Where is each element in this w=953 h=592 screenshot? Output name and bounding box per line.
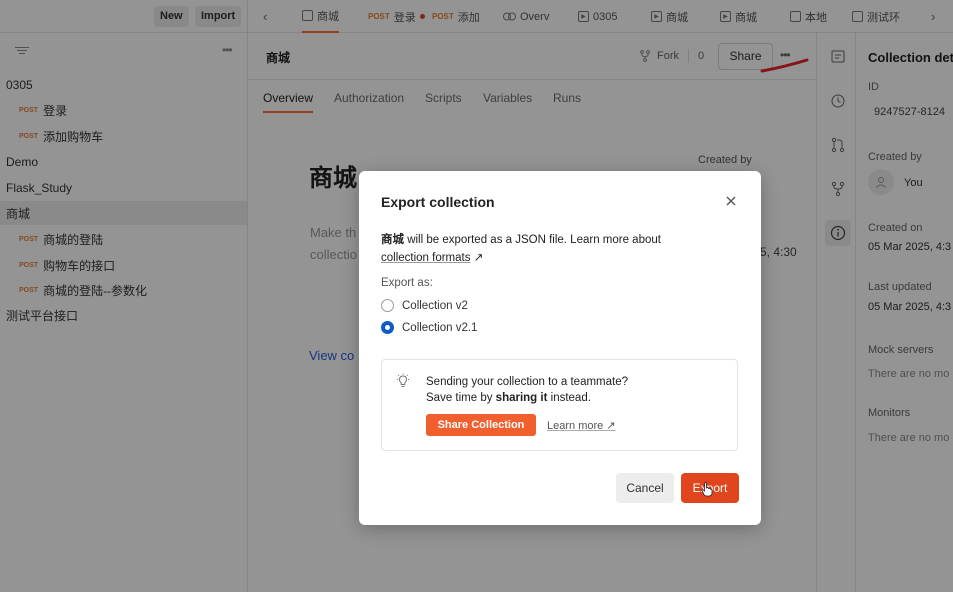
external-link-icon: ↗ xyxy=(473,252,484,264)
option-collection-v2[interactable]: Collection v2 xyxy=(381,299,468,312)
dialog-title: Export collection xyxy=(381,194,495,210)
learn-more-link[interactable]: Learn more ↗ xyxy=(547,419,616,432)
radio-button-selected[interactable] xyxy=(381,321,394,334)
learn-more-label: Learn more xyxy=(547,420,604,432)
tip-fragment: Save time by xyxy=(426,392,496,404)
collection-name: 商城 xyxy=(381,234,404,246)
tip-bold-fragment: sharing it xyxy=(495,392,548,404)
option-collection-v2-1[interactable]: Collection v2.1 xyxy=(381,321,477,334)
share-tip-box: Sending your collection to a teammate? S… xyxy=(381,359,738,451)
collection-formats-link[interactable]: collection formats xyxy=(381,252,470,264)
close-icon[interactable] xyxy=(723,193,739,209)
export-collection-dialog: Export collection 商城 will be exported as… xyxy=(359,171,761,525)
hand-cursor-icon xyxy=(701,481,713,497)
lightbulb-icon xyxy=(397,373,409,387)
tip-fragment: instead. xyxy=(547,392,591,404)
share-collection-button[interactable]: Share Collection xyxy=(426,414,536,436)
dialog-description: 商城 will be exported as a JSON file. Lear… xyxy=(381,231,701,267)
radio-button[interactable] xyxy=(381,299,394,312)
export-as-label: Export as: xyxy=(381,277,433,289)
option-label: Collection v2.1 xyxy=(402,321,478,334)
option-label: Collection v2 xyxy=(402,299,468,312)
tip-line: Save time by sharing it instead. xyxy=(426,390,628,406)
description-text: will be exported as a JSON file. Learn m… xyxy=(404,234,661,246)
tip-text: Sending your collection to a teammate? S… xyxy=(426,374,628,406)
external-link-icon: ↗ xyxy=(606,420,616,432)
tip-line: Sending your collection to a teammate? xyxy=(426,376,629,388)
cancel-button[interactable]: Cancel xyxy=(616,473,674,503)
